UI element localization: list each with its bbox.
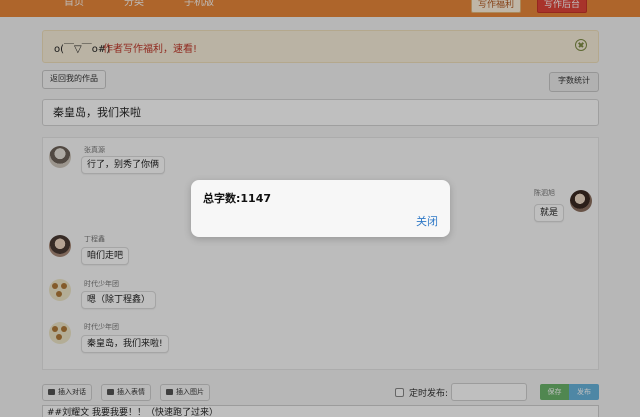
word-count-dialog: 总字数:1147 关闭 — [191, 180, 450, 237]
dialog-title: 总字数:1147 — [203, 192, 272, 205]
dialog-close-button[interactable]: 关闭 — [416, 213, 438, 229]
